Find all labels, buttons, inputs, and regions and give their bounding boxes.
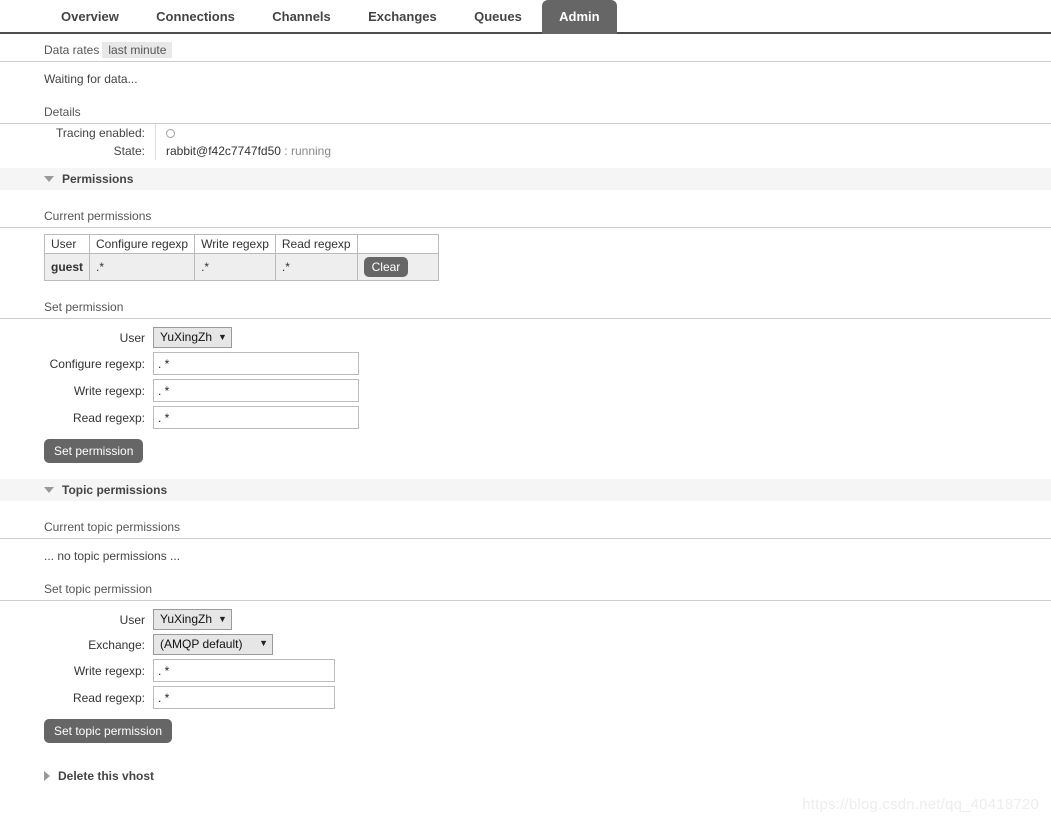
topic-form-row-read: Read regexp: — [0, 684, 335, 711]
topic-exchange-value: (AMQP default) — [160, 637, 243, 651]
tab-channels[interactable]: Channels — [255, 0, 348, 34]
read-regexp-input[interactable] — [153, 406, 359, 429]
table-header-row: User Configure regexp Write regexp Read … — [43, 234, 439, 254]
current-permissions-table: User Configure regexp Write regexp Read … — [43, 234, 439, 281]
topic-permissions-empty-message: ... no topic permissions ... — [44, 549, 181, 563]
write-regexp-label: Write regexp: — [73, 383, 145, 398]
delete-vhost-section-header[interactable]: Delete this vhost — [0, 765, 1051, 787]
topic-write-regexp-label: Write regexp: — [73, 663, 145, 678]
set-topic-permission-form: User YuXingZh ▼ Exchange: (AMQP default) ▼… — [0, 607, 335, 711]
configure-regexp-input[interactable] — [153, 352, 359, 375]
chevron-down-icon: ▼ — [218, 332, 227, 342]
set-permission-label: Set permission — [0, 292, 1051, 319]
tab-connections[interactable]: Connections — [139, 0, 252, 34]
tracing-enabled-value — [156, 124, 332, 142]
tab-admin[interactable]: Admin — [542, 0, 617, 34]
chevron-down-icon: ▼ — [218, 614, 227, 624]
topic-permissions-section-header[interactable]: Topic permissions — [0, 479, 1051, 501]
tab-overview[interactable]: Overview — [44, 0, 136, 34]
topic-user-value: YuXingZh — [160, 612, 213, 626]
col-write-regexp[interactable]: Write regexp — [194, 234, 276, 254]
topic-exchange-label: Exchange: — [88, 637, 145, 652]
topic-exchange-select[interactable]: (AMQP default) ▼ — [153, 634, 273, 655]
form-row-write: Write regexp: — [0, 377, 359, 404]
set-permission-user-label: User — [119, 330, 145, 345]
set-topic-permission-button-row: Set topic permission — [0, 711, 1051, 743]
main-navigation-tabs: Overview Connections Channels Exchanges … — [0, 0, 1051, 34]
admin-vhost-page: Data rates last minute Waiting for data..… — [0, 34, 1051, 787]
topic-write-regexp-control — [153, 657, 335, 684]
cell-write-regexp: .* — [194, 253, 276, 281]
current-topic-permissions-label: Current topic permissions — [0, 512, 1051, 539]
state-label: State: — [0, 142, 156, 160]
set-permission-form: User YuXingZh ▼ Configure regexp: Write r… — [0, 325, 359, 431]
cell-configure-regexp: .* — [89, 253, 196, 281]
watermark-text: https://blog.csdn.net/qq_40418720 — [802, 796, 1039, 813]
set-permission-button[interactable]: Set permission — [44, 439, 144, 463]
current-permissions-label: Current permissions — [0, 201, 1051, 228]
cell-read-regexp: .* — [274, 253, 358, 281]
clear-permission-button[interactable]: Clear — [363, 257, 409, 277]
chevron-down-icon — [44, 486, 54, 493]
col-configure-regexp[interactable]: Configure regexp — [89, 234, 196, 254]
data-rates-period-tab[interactable]: last minute — [102, 42, 173, 58]
tracing-enabled-label: Tracing enabled: — [0, 124, 156, 142]
set-permission-user-select[interactable]: YuXingZh ▼ — [153, 327, 232, 348]
topic-exchange-control: (AMQP default) ▼ — [153, 632, 335, 657]
permissions-header-label: Permissions — [62, 172, 134, 186]
delete-vhost-header-label: Delete this vhost — [58, 769, 155, 783]
set-permission-user-control: YuXingZh ▼ — [153, 325, 359, 350]
state-value: rabbit@f42c7747fd50 : running — [156, 142, 331, 160]
topic-user-control: YuXingZh ▼ — [153, 607, 335, 632]
details-row-state: State: rabbit@f42c7747fd50 : running — [0, 142, 331, 160]
col-read-regexp[interactable]: Read regexp — [274, 234, 358, 254]
topic-form-row-exchange: Exchange: (AMQP default) ▼ — [0, 632, 335, 657]
col-actions — [356, 234, 439, 254]
radio-icon[interactable] — [166, 129, 175, 138]
state-separator: : — [284, 144, 288, 158]
configure-regexp-label: Configure regexp: — [49, 356, 145, 371]
write-regexp-input[interactable] — [153, 379, 359, 402]
details-table: Tracing enabled: State: rabbit@f42c7747f… — [0, 124, 331, 160]
data-rates-label: Data rates — [44, 43, 100, 57]
details-row-tracing: Tracing enabled: — [0, 124, 331, 142]
set-topic-permission-button[interactable]: Set topic permission — [44, 719, 173, 743]
tab-exchanges[interactable]: Exchanges — [351, 0, 454, 34]
topic-read-regexp-control — [153, 684, 335, 711]
topic-write-regexp-input[interactable] — [153, 659, 335, 682]
state-status: running — [290, 144, 331, 158]
set-permission-button-row: Set permission — [0, 431, 1051, 463]
topic-form-row-user: User YuXingZh ▼ — [0, 607, 335, 632]
node-name: rabbit@f42c7747fd50 — [166, 144, 281, 158]
topic-form-row-write: Write regexp: — [0, 657, 335, 684]
set-permission-user-value: YuXingZh — [160, 330, 213, 344]
cell-actions: Clear — [356, 253, 439, 281]
col-user[interactable]: User — [43, 234, 91, 254]
read-regexp-label: Read regexp: — [72, 410, 145, 425]
form-row-configure: Configure regexp: — [0, 350, 359, 377]
topic-user-label: User — [119, 612, 145, 627]
set-topic-permission-label: Set topic permission — [0, 574, 1051, 601]
configure-regexp-control — [153, 350, 359, 377]
chevron-down-icon: ▼ — [259, 638, 268, 648]
cell-user: guest — [43, 253, 91, 281]
topic-user-select[interactable]: YuXingZh ▼ — [153, 609, 232, 630]
tab-queues[interactable]: Queues — [457, 0, 539, 34]
table-row: guest .* .* .* Clear — [43, 253, 439, 281]
data-rates-section-label: Data rates last minute — [0, 34, 1051, 62]
write-regexp-control — [153, 377, 359, 404]
form-row-user: User YuXingZh ▼ — [0, 325, 359, 350]
data-rates-status: Waiting for data... — [44, 72, 138, 86]
topic-read-regexp-input[interactable] — [153, 686, 335, 709]
details-section-label: Details — [0, 97, 1051, 124]
chevron-right-icon — [44, 770, 50, 781]
permissions-section-header[interactable]: Permissions — [0, 168, 1051, 190]
topic-read-regexp-label: Read regexp: — [72, 690, 145, 705]
form-row-read: Read regexp: — [0, 404, 359, 431]
read-regexp-control — [153, 404, 359, 431]
topic-permissions-header-label: Topic permissions — [62, 483, 168, 497]
chevron-down-icon — [44, 175, 54, 182]
